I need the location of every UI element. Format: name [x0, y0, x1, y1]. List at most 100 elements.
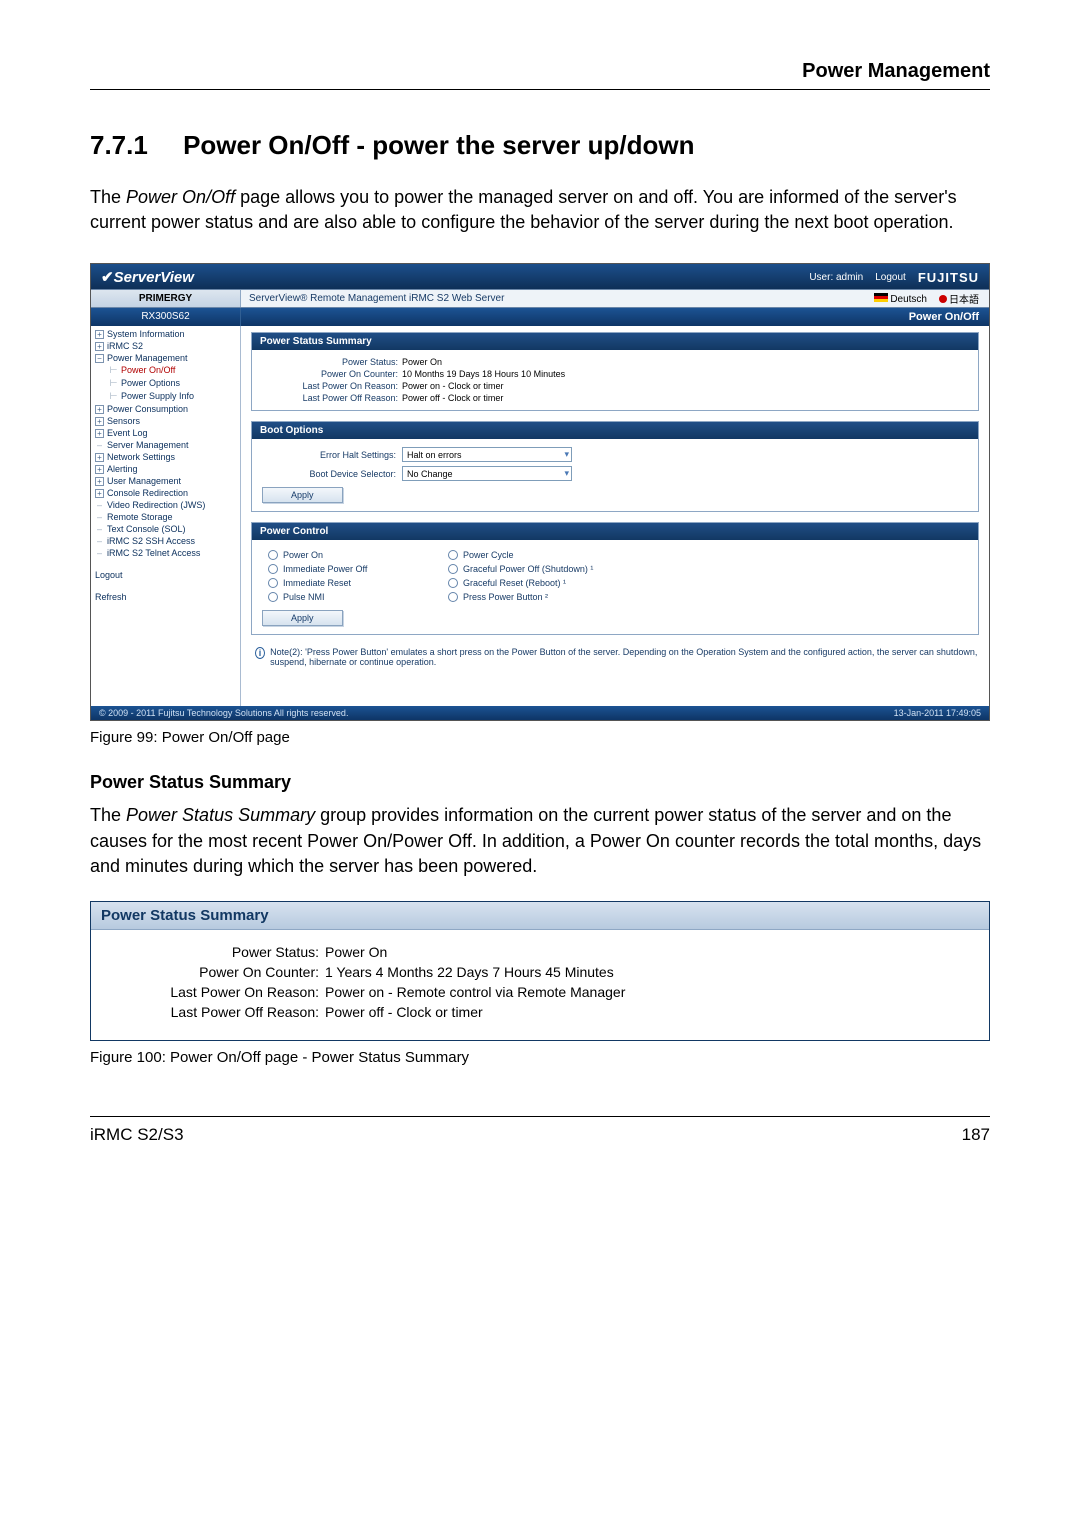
status-label: Power Status:: [262, 357, 402, 367]
radio-label: Graceful Reset (Reboot) ¹: [463, 578, 566, 588]
radio-option[interactable]: Immediate Reset: [268, 578, 448, 588]
screenshot-power-onoff: ✔ServerView User: admin Logout FUJITSU P…: [90, 263, 990, 721]
sidebar-item[interactable]: −Power Management: [91, 352, 240, 364]
section-number: 7.7.1: [90, 130, 148, 160]
sidebar-item-label: Console Redirection: [107, 488, 188, 498]
status-value: 10 Months 19 Days 18 Hours 10 Minutes: [402, 369, 565, 379]
apply-button[interactable]: Apply: [262, 487, 343, 503]
status-row: Power Status:Power On: [105, 942, 975, 962]
page-footer: iRMC S2/S3 187: [90, 1116, 990, 1145]
lang-jp[interactable]: 日本語: [939, 291, 979, 306]
sidebar-item[interactable]: Refresh: [91, 591, 240, 603]
sidebar-item[interactable]: ⊢Power On/Off: [91, 364, 240, 377]
chevron-down-icon: ▾: [564, 468, 569, 479]
sidebar-item[interactable]: –Video Redirection (JWS): [91, 499, 240, 511]
radio-option[interactable]: Graceful Reset (Reboot) ¹: [448, 578, 668, 588]
tree-branch-icon: –: [95, 524, 104, 534]
dropdown[interactable]: No Change ▾: [402, 466, 572, 481]
status-label: Last Power On Reason:: [105, 984, 325, 1000]
status-label: Power On Counter:: [105, 964, 325, 980]
sidebar-item[interactable]: +User Management: [91, 475, 240, 487]
tree-branch-icon: ⊢: [109, 378, 118, 389]
sidebar-item[interactable]: –Server Management: [91, 439, 240, 451]
radio-option[interactable]: Pulse NMI: [268, 592, 448, 602]
tree-branch-icon: –: [95, 536, 104, 546]
tree-branch-icon: –: [95, 500, 104, 510]
sidebar-item[interactable]: +Network Settings: [91, 451, 240, 463]
screenshot-power-status-summary: Power Status Summary Power Status:Power …: [90, 901, 990, 1041]
radio-icon: [268, 550, 278, 560]
sidebar-item[interactable]: +Console Redirection: [91, 487, 240, 499]
status-label: Power On Counter:: [262, 369, 402, 379]
panel-header: Power Status Summary: [252, 333, 978, 350]
nav-tree: +System Information+iRMC S2−Power Manage…: [91, 326, 241, 706]
sidebar-item[interactable]: +Alerting: [91, 463, 240, 475]
dropdown-value: No Change: [407, 469, 453, 479]
subsection-heading: Power Status Summary: [90, 772, 990, 793]
radio-option[interactable]: Power Cycle: [448, 550, 668, 560]
tree-expand-icon[interactable]: +: [95, 465, 104, 474]
tree-expand-icon[interactable]: +: [95, 489, 104, 498]
logout-link[interactable]: Logout: [875, 272, 906, 283]
tree-expand-icon[interactable]: +: [95, 342, 104, 351]
user-label: User: admin: [809, 272, 863, 283]
radio-option[interactable]: Press Power Button ²: [448, 592, 668, 602]
tree-expand-icon[interactable]: +: [95, 477, 104, 486]
radio-option[interactable]: Power On: [268, 550, 448, 560]
radio-option[interactable]: Graceful Power Off (Shutdown) ¹: [448, 564, 668, 574]
sub-pre: The: [90, 805, 126, 825]
panel-header: Power Control: [252, 523, 978, 540]
sidebar-item-label: Refresh: [95, 592, 127, 602]
status-row: Last Power Off Reason:Power off - Clock …: [262, 392, 968, 404]
select-label: Error Halt Settings:: [262, 450, 402, 460]
sidebar-item-label: iRMC S2 Telnet Access: [107, 548, 200, 558]
tree-expand-icon[interactable]: +: [95, 330, 104, 339]
sidebar-item[interactable]: +iRMC S2: [91, 340, 240, 352]
sidebar-item[interactable]: –iRMC S2 SSH Access: [91, 535, 240, 547]
tree-expand-icon[interactable]: +: [95, 453, 104, 462]
tree-expand-icon[interactable]: +: [95, 417, 104, 426]
status-value: Power on - Remote control via Remote Man…: [325, 984, 625, 1000]
sidebar-item[interactable]: +System Information: [91, 328, 240, 340]
dropdown-value: Halt on errors: [407, 450, 462, 460]
sidebar-item-label: Logout: [95, 570, 123, 580]
tree-expand-icon[interactable]: +: [95, 405, 104, 414]
sidebar-item-label: Alerting: [107, 464, 138, 474]
sub-ital: Power Status Summary: [126, 805, 315, 825]
sidebar-item[interactable]: Logout: [91, 569, 240, 581]
flag-de-icon: [874, 293, 888, 302]
sidebar-item[interactable]: +Sensors: [91, 415, 240, 427]
tree-branch-icon: –: [95, 512, 104, 522]
chevron-down-icon: ▾: [564, 449, 569, 460]
timestamp: 13-Jan-2011 17:49:05: [894, 708, 981, 718]
sidebar-item[interactable]: ⊢Power Options: [91, 377, 240, 390]
tree-branch-icon: –: [95, 440, 104, 450]
dropdown[interactable]: Halt on errors ▾: [402, 447, 572, 462]
status-row: Last Power On Reason:Power on - Clock or…: [262, 380, 968, 392]
sidebar-item[interactable]: ⊢Power Supply Info: [91, 390, 240, 403]
primergy-label: PRIMERGY: [91, 290, 241, 307]
status-row: Power On Counter:10 Months 19 Days 18 Ho…: [262, 368, 968, 380]
sidebar-item[interactable]: +Event Log: [91, 427, 240, 439]
sidebar-item[interactable]: –iRMC S2 Telnet Access: [91, 547, 240, 559]
status-value: 1 Years 4 Months 22 Days 7 Hours 45 Minu…: [325, 964, 614, 980]
sidebar-item-label: Power Options: [121, 378, 180, 388]
sidebar-item-label: iRMC S2: [107, 341, 143, 351]
sidebar-item[interactable]: +Power Consumption: [91, 403, 240, 415]
radio-label: Press Power Button ²: [463, 592, 548, 602]
select-row: Error Halt Settings: Halt on errors ▾: [262, 445, 968, 464]
radio-option[interactable]: Immediate Power Off: [268, 564, 448, 574]
sidebar-item[interactable]: –Remote Storage: [91, 511, 240, 523]
sidebar-item-label: iRMC S2 SSH Access: [107, 536, 195, 546]
lang-de[interactable]: Deutsch: [874, 293, 927, 305]
tree-expand-icon[interactable]: +: [95, 429, 104, 438]
intro-ital: Power On/Off: [126, 187, 235, 207]
sidebar-item-label: Power Management: [107, 353, 188, 363]
figure-caption: Figure 99: Power On/Off page: [90, 729, 990, 746]
tree-expand-icon[interactable]: −: [95, 354, 104, 363]
sidebar-item-label: Video Redirection (JWS): [107, 500, 205, 510]
subsection-paragraph: The Power Status Summary group provides …: [90, 803, 990, 879]
apply-button[interactable]: Apply: [262, 610, 343, 626]
sidebar-item[interactable]: –Text Console (SOL): [91, 523, 240, 535]
copyright: © 2009 - 2011 Fujitsu Technology Solutio…: [99, 708, 348, 718]
